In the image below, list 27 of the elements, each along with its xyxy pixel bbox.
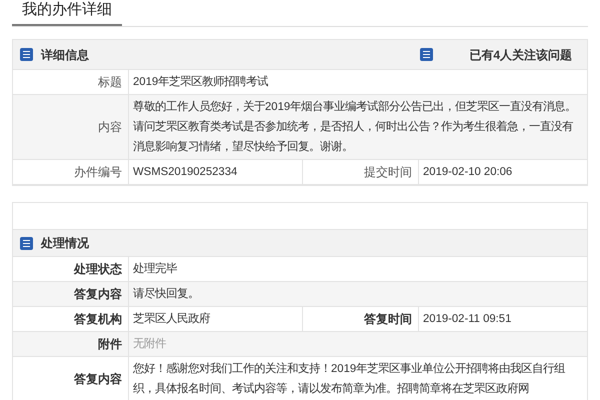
field-value: 无附件	[132, 336, 168, 352]
field-label: 标题	[13, 70, 129, 94]
field-label: 附件	[13, 332, 129, 356]
document-icon	[20, 48, 33, 61]
field-label: 答复内容	[13, 282, 129, 306]
document-icon	[420, 48, 433, 61]
page-tab[interactable]: 我的办件详细	[12, 0, 122, 26]
field-label: 提交时间	[303, 160, 419, 184]
field-value: 2019-02-11 09:51	[422, 312, 512, 327]
field-value: WSMS20190252334	[129, 160, 303, 184]
field-value: 2019-02-10 20:06	[422, 165, 514, 180]
field-value: 请尽快回复。	[132, 286, 200, 302]
field-label: 内容	[13, 95, 129, 159]
field-value: 您好！感谢您对我们工作的关注和支持！2019年芝罘区事业单位公开招聘将由我区自行组织，具体报名时间、考试内容等，请以发布简章为准。招聘简章将在芝罘区政府网	[132, 361, 566, 397]
field-label: 答复时间	[303, 307, 419, 331]
field-label: 处理状态	[13, 257, 129, 281]
field-label: 答复机构	[13, 307, 129, 331]
field-label: 办件编号	[13, 160, 129, 184]
section-title: 详细信息	[41, 46, 89, 64]
field-label: 答复内容	[13, 357, 129, 400]
section-title: 处理情况	[41, 235, 89, 252]
field-value: 处理完毕	[132, 261, 178, 277]
field-value: 芝罘区人民政府	[129, 307, 303, 331]
field-value: 2019年芝罘区教师招聘考试	[132, 74, 270, 90]
field-value: 尊敬的工作人员您好，关于2019年烟台事业编考试部分公告已出，但芝罘区一直没有消息。请问芝罘区教育类考试是否参加统考，是否招人，何时出公告？作为考生很着急，一直没有消息影响复习情绪，望尽快给予回复。谢谢。	[132, 99, 578, 155]
followers-count: 已有4人关注该问题	[469, 46, 572, 64]
document-icon	[20, 236, 33, 250]
